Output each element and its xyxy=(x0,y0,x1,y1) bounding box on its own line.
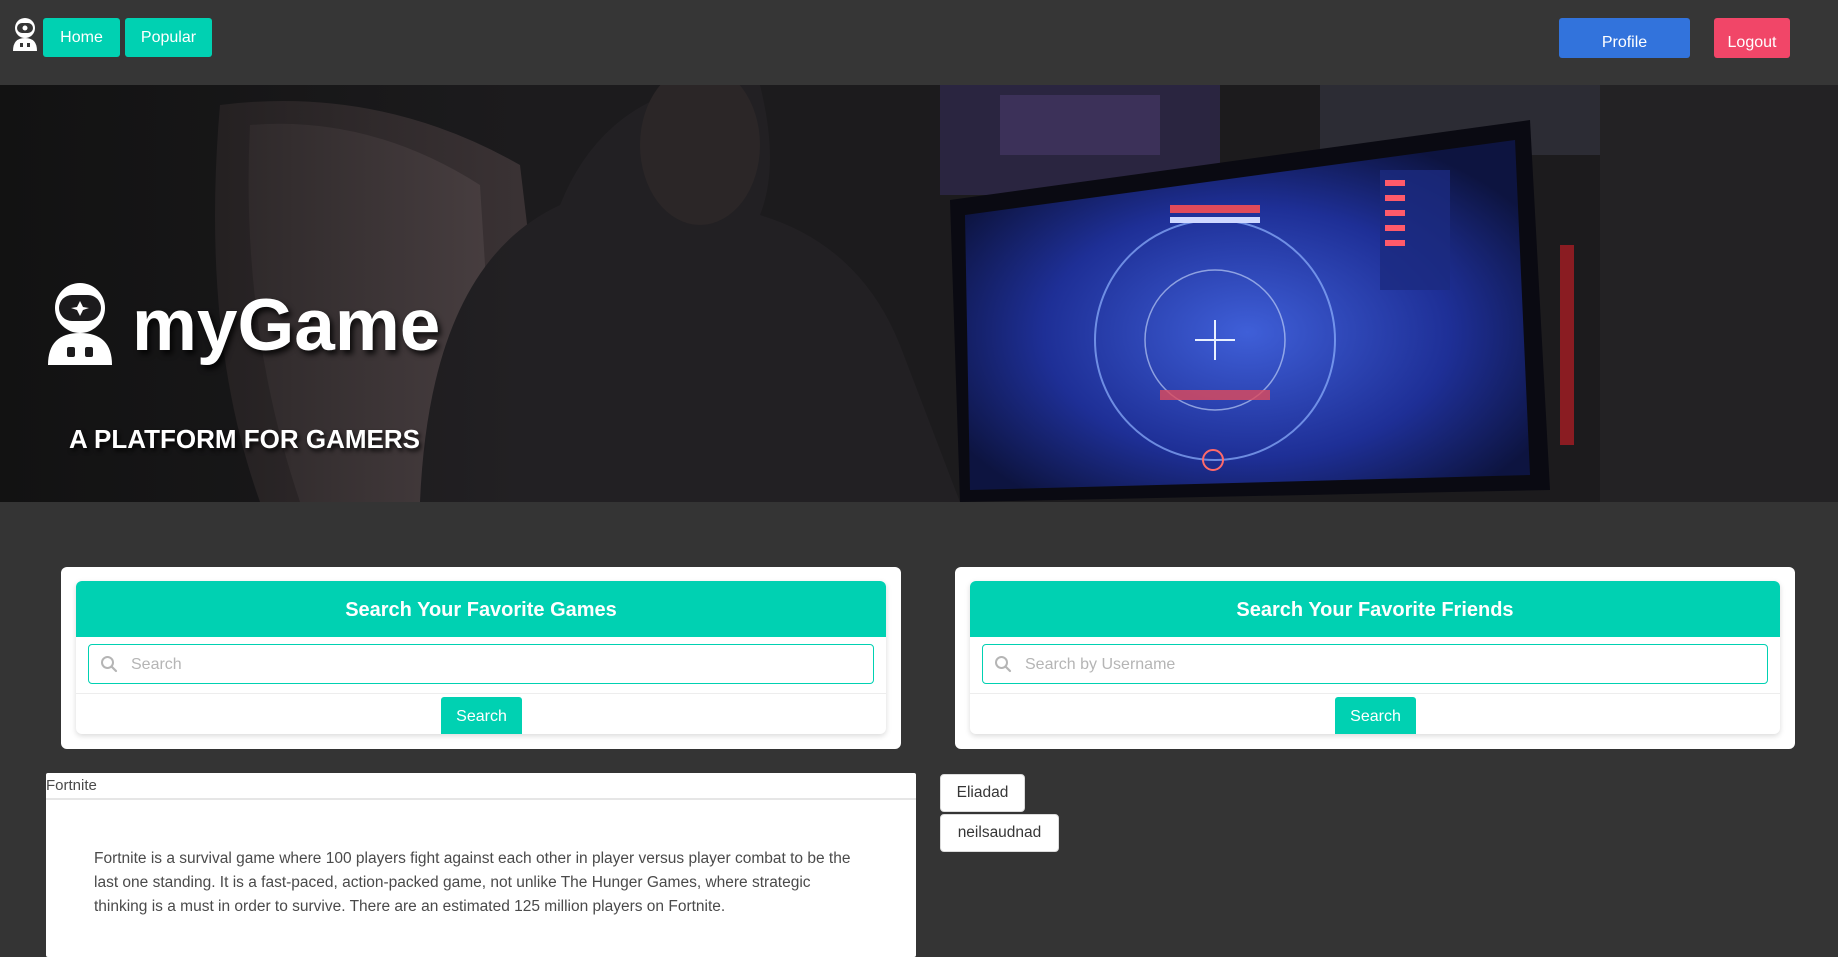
divider xyxy=(76,693,886,694)
friends-search-box: Search Your Favorite Friends Search xyxy=(955,567,1795,749)
games-search-panel: Search Your Favorite Games Search xyxy=(76,581,886,734)
home-button[interactable]: Home xyxy=(43,18,120,57)
search-icon xyxy=(101,656,118,673)
hero-title: myGame xyxy=(132,285,441,366)
friends-search-panel: Search Your Favorite Friends Search xyxy=(970,581,1780,734)
profile-button[interactable]: Profile xyxy=(1559,18,1690,58)
game-result-card: Fortnite Fortnite is a survival game whe… xyxy=(46,773,916,957)
games-search-box: Search Your Favorite Games Search xyxy=(61,567,901,749)
astronaut-logo-icon[interactable] xyxy=(10,17,40,51)
friend-result-item[interactable]: neilsaudnad xyxy=(940,814,1059,852)
game-result-title[interactable]: Fortnite xyxy=(46,773,916,800)
popular-button[interactable]: Popular xyxy=(125,18,212,57)
friends-search-heading: Search Your Favorite Friends xyxy=(970,581,1780,637)
friend-result-item[interactable]: Eliadad xyxy=(940,774,1025,812)
navbar: Home Popular Profile Logout xyxy=(0,0,1838,85)
game-result-description: Fortnite is a survival game where 100 pl… xyxy=(94,850,851,915)
games-search-heading: Search Your Favorite Games xyxy=(76,581,886,637)
hero-subtitle: A PLATFORM FOR GAMERS xyxy=(69,424,420,454)
friends-search-input[interactable] xyxy=(1023,649,1757,681)
astronaut-icon xyxy=(48,283,112,365)
friends-search-button[interactable]: Search xyxy=(1335,697,1416,734)
friends-search-field[interactable] xyxy=(982,644,1768,684)
games-search-field[interactable] xyxy=(88,644,874,684)
divider xyxy=(970,693,1780,694)
hero-banner: myGame A PLATFORM FOR GAMERS xyxy=(0,85,1838,502)
games-search-button[interactable]: Search xyxy=(441,697,522,734)
games-search-input[interactable] xyxy=(129,649,863,681)
search-icon xyxy=(995,656,1012,673)
logout-button[interactable]: Logout xyxy=(1714,18,1790,58)
